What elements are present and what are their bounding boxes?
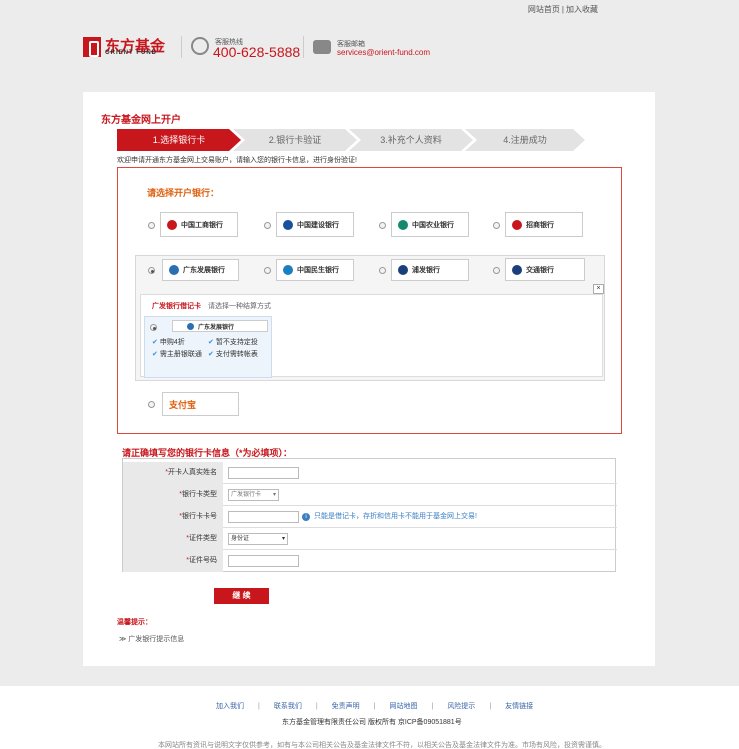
- bank-radio-cgb[interactable]: [148, 267, 155, 274]
- form-row-cardno: *银行卡卡号 只能是借记卡，存折和信用卡不能用于基金网上交易!: [123, 506, 617, 528]
- bocom-icon: [512, 264, 522, 275]
- bank-radio-ccb[interactable]: [264, 222, 271, 229]
- bookmark-link[interactable]: 加入收藏: [566, 5, 598, 14]
- footer-link[interactable]: 风险提示: [447, 701, 475, 711]
- step-1: 1.选择银行卡: [117, 129, 241, 151]
- chevron-down-icon: ▾: [281, 536, 285, 542]
- ccb-icon: [283, 219, 293, 230]
- card-option-bank: 广东发展银行: [172, 320, 268, 332]
- card-title: 广发银行借记卡: [152, 303, 201, 310]
- id-number-input[interactable]: [228, 555, 299, 567]
- field-label: *开卡人真实姓名: [123, 462, 223, 484]
- top-links: 网站首页 | 加入收藏: [527, 4, 599, 15]
- card-subtitle: 请选择一种结算方式: [208, 303, 271, 310]
- cgb-icon: [169, 265, 179, 275]
- footer-links: 加入我们 | 联系我们 | 免责声明 | 网站地图 | 风险提示 | 友情链接: [216, 701, 533, 711]
- bank-radio-bocom[interactable]: [493, 267, 500, 274]
- home-link[interactable]: 网站首页: [528, 5, 560, 14]
- card-option-radio[interactable]: [150, 324, 157, 331]
- card-feature: 申购4折: [152, 337, 185, 347]
- card-feature: 支付需转帐表: [208, 349, 258, 359]
- page-title: 东方基金网上开户: [101, 115, 181, 126]
- copyright: 东方基金管理有限责任公司 版权所有 京ICP备09051881号: [282, 719, 462, 726]
- bank-spdb[interactable]: 浦发银行: [391, 259, 469, 281]
- hotline-number: 400-628-5888: [213, 44, 301, 60]
- form-row-idnumber: *证件号码: [123, 550, 617, 572]
- icbc-icon: [167, 219, 177, 230]
- step-3: 3.补充个人资料: [349, 129, 473, 151]
- footer-link-separator: |: [315, 703, 318, 710]
- footer-link-separator: |: [431, 703, 434, 710]
- intro-text: 欢迎申请开通东方基金网上交易账户，请输入您的银行卡信息，进行身份验证!: [117, 157, 357, 164]
- top-link-separator: |: [561, 5, 564, 14]
- alipay-radio[interactable]: [148, 401, 155, 408]
- field-label: *银行卡类型: [123, 484, 223, 506]
- card-feature: 需主册银联通: [152, 349, 202, 359]
- step-bar: 1.选择银行卡 2.银行卡验证 3.补充个人资料 4.注册成功: [117, 129, 585, 151]
- footer-link[interactable]: 友情链接: [505, 701, 533, 711]
- divider: [303, 36, 304, 58]
- cgb-icon: [187, 322, 194, 330]
- alipay-option[interactable]: 支付宝: [162, 392, 239, 416]
- form-row-cardtype: *银行卡类型 广发银行卡 ▾: [123, 484, 617, 506]
- bank-abc[interactable]: 中国农业银行: [391, 212, 469, 237]
- bank-select-heading: 请选择开户银行：: [147, 188, 220, 198]
- tips-link[interactable]: ≫ 广发银行提示信息: [119, 634, 184, 644]
- footer-link[interactable]: 网站地图: [389, 701, 417, 711]
- footer-link-separator: |: [258, 703, 260, 710]
- chevron-down-icon: ▾: [272, 492, 276, 498]
- bank-radio-cmb[interactable]: [493, 222, 500, 229]
- logo-en: ORIENT FUND: [105, 50, 157, 56]
- logo[interactable]: 东方基金 ORIENT FUND: [83, 37, 171, 57]
- bank-cgb[interactable]: 广东发展银行: [162, 259, 239, 281]
- name-input[interactable]: [228, 467, 299, 479]
- step-4: 4.注册成功: [465, 129, 585, 151]
- phone-24h-icon: [191, 37, 209, 55]
- footer-link[interactable]: 联系我们: [274, 701, 302, 711]
- card-feature: 暂不支持定投: [208, 337, 258, 347]
- field-label: *证件号码: [123, 550, 223, 572]
- field-label: *证件类型: [123, 528, 223, 550]
- close-icon[interactable]: ×: [593, 284, 604, 294]
- bank-cmbc[interactable]: 中国民生银行: [276, 259, 354, 281]
- footer-link[interactable]: 加入我们: [216, 701, 244, 711]
- bank-radio-icbc[interactable]: [148, 222, 155, 229]
- continue-button[interactable]: 继 续: [214, 588, 269, 604]
- bank-bocom[interactable]: 交通银行: [505, 258, 585, 281]
- bank-cmb[interactable]: 招商银行: [505, 212, 583, 237]
- card-info-form: *开卡人真实姓名 *银行卡类型 广发银行卡▾ *银行卡卡号 只能是借记卡，存折和…: [122, 458, 617, 572]
- footer-link-separator: |: [489, 703, 492, 710]
- id-type-select[interactable]: 身份证 ▾: [228, 533, 288, 545]
- chat-icon: [313, 40, 331, 54]
- field-label: *银行卡卡号: [123, 506, 223, 528]
- bank-radio-spdb[interactable]: [379, 267, 386, 274]
- card-type-select[interactable]: 广发银行卡 ▾: [228, 489, 279, 501]
- footer-link[interactable]: 免责声明: [332, 701, 360, 711]
- footer-link-separator: |: [373, 703, 376, 710]
- card-number-hint: 只能是借记卡，存折和信用卡不能用于基金网上交易!: [302, 510, 477, 524]
- card-number-input[interactable]: [228, 511, 299, 523]
- key-logo-icon: [83, 37, 101, 57]
- cmb-icon: [512, 219, 522, 230]
- tips-heading: 温馨提示：: [117, 619, 152, 626]
- bank-ccb[interactable]: 中国建设银行: [276, 212, 354, 237]
- bank-icbc[interactable]: 中国工商银行: [160, 212, 238, 237]
- bank-radio-cmbc[interactable]: [264, 267, 271, 274]
- divider: [181, 36, 182, 58]
- email-address[interactable]: services@orient-fund.com: [337, 48, 430, 57]
- disclaimer-note: 本网站所有资讯与说明文字仅供参考，如有与本公司相关公告及基金法律文件不符，以相关…: [158, 742, 606, 749]
- abc-icon: [398, 219, 408, 230]
- step-2: 2.银行卡验证: [233, 129, 357, 151]
- spdb-icon: [398, 265, 408, 275]
- double-chevron-icon: ≫: [119, 636, 127, 643]
- cmbc-icon: [283, 265, 293, 275]
- form-row-name: *开卡人真实姓名: [123, 462, 617, 484]
- bank-radio-abc[interactable]: [379, 222, 386, 229]
- form-row-idtype: *证件类型 身份证 ▾: [123, 528, 617, 550]
